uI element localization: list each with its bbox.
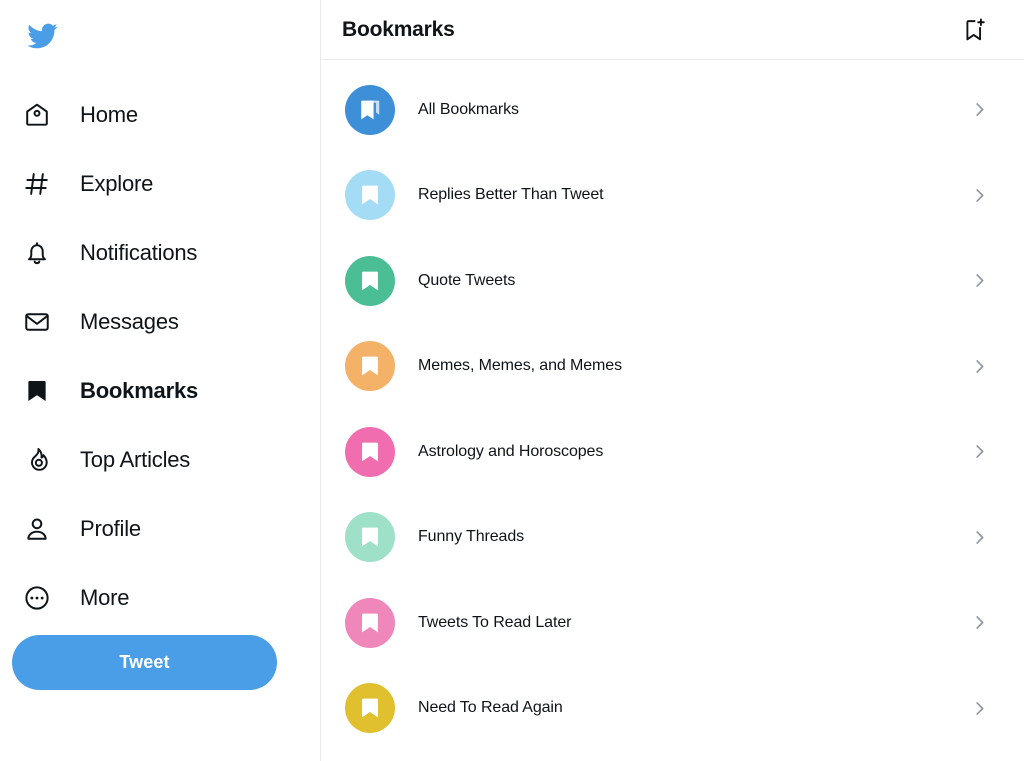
main-header: Bookmarks [321, 0, 1024, 60]
bookmarks-list: All Bookmarks Replies Better Than Tweet [321, 60, 1024, 751]
chevron-right-icon[interactable] [968, 99, 990, 121]
bookmarks-stack-icon [345, 84, 395, 135]
bookmark-filled-icon [20, 374, 54, 408]
hashtag-icon [20, 167, 54, 201]
bookmark-icon [345, 426, 395, 477]
sidebar-item-explore[interactable]: Explore [0, 149, 321, 218]
bookmark-add-icon[interactable] [956, 12, 992, 48]
bookmark-folder-label: Replies Better Than Tweet [418, 186, 604, 204]
chevron-right-icon[interactable] [968, 270, 990, 292]
bookmark-icon [345, 341, 395, 392]
person-icon [20, 512, 54, 546]
flame-icon [20, 443, 54, 477]
bookmark-folder-row[interactable]: Astrology and Horoscopes [321, 409, 1024, 495]
sidebar-nav: Home Explore Notifications Messages Book… [0, 80, 321, 632]
envelope-icon [20, 305, 54, 339]
sidebar-item-more[interactable]: More [0, 563, 321, 632]
sidebar-item-label: More [80, 584, 130, 610]
chevron-right-icon[interactable] [968, 184, 990, 206]
sidebar-item-messages[interactable]: Messages [0, 287, 321, 356]
bookmark-folder-label: Funny Threads [418, 528, 525, 546]
bell-icon [20, 236, 54, 270]
bookmark-folder-label: Memes, Memes, and Memes [418, 357, 622, 375]
sidebar-item-bookmarks[interactable]: Bookmarks [0, 356, 321, 425]
chevron-right-icon[interactable] [968, 441, 990, 463]
bookmark-folder-label: Astrology and Horoscopes [418, 442, 604, 460]
bookmark-folder-label: All Bookmarks [418, 100, 519, 118]
bookmark-icon [345, 512, 395, 563]
bookmark-folder-row[interactable]: All Bookmarks [321, 67, 1024, 153]
bookmark-folder-row[interactable]: Replies Better Than Tweet [321, 153, 1024, 239]
twitter-app: Home Explore Notifications Messages Book… [0, 0, 1024, 761]
sidebar-item-top-articles[interactable]: Top Articles [0, 425, 321, 494]
bookmark-icon [345, 255, 395, 306]
bookmark-folder-row[interactable]: Funny Threads [321, 495, 1024, 581]
chevron-right-icon[interactable] [968, 355, 990, 377]
sidebar-item-notifications[interactable]: Notifications [0, 218, 321, 287]
sidebar-item-label: Messages [80, 308, 179, 334]
ellipsis-circle-icon [20, 581, 54, 615]
sidebar-item-label: Profile [80, 515, 141, 541]
bookmark-folder-label: Need To Read Again [418, 699, 563, 717]
page-title: Bookmarks [342, 17, 455, 41]
sidebar-item-profile[interactable]: Profile [0, 494, 321, 563]
chevron-right-icon[interactable] [968, 526, 990, 548]
bookmark-folder-label: Tweets To Read Later [418, 613, 572, 631]
tweet-compose-button[interactable]: Tweet [12, 635, 277, 690]
sidebar-item-label: Explore [80, 170, 154, 196]
chevron-right-icon[interactable] [968, 612, 990, 634]
bookmark-folder-row[interactable]: Need To Read Again [321, 666, 1024, 752]
sidebar-item-label: Notifications [80, 239, 198, 265]
sidebar-item-label: Bookmarks [80, 377, 199, 403]
twitter-bird-icon[interactable] [20, 14, 64, 58]
bookmark-folder-row[interactable]: Quote Tweets [321, 238, 1024, 324]
sidebar-item-home[interactable]: Home [0, 80, 321, 149]
bookmark-icon [345, 170, 395, 221]
main-content: Bookmarks All Bookmarks Replies Better T… [321, 0, 1024, 761]
bookmark-folder-row[interactable]: Memes, Memes, and Memes [321, 324, 1024, 410]
bookmark-icon [345, 683, 395, 734]
bookmark-folder-row[interactable]: Tweets To Read Later [321, 580, 1024, 666]
bookmark-icon [345, 597, 395, 648]
sidebar: Home Explore Notifications Messages Book… [0, 0, 321, 761]
home-icon [20, 98, 54, 132]
bookmark-folder-label: Quote Tweets [418, 271, 516, 289]
sidebar-item-label: Home [80, 101, 138, 127]
sidebar-item-label: Top Articles [80, 446, 191, 472]
chevron-right-icon[interactable] [968, 697, 990, 719]
